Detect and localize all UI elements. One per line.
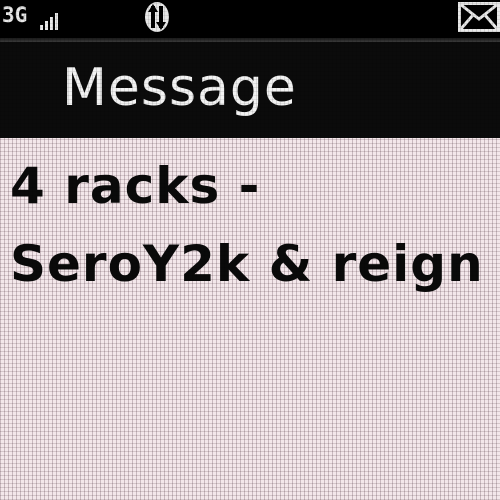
data-transfer-icon: [145, 2, 169, 32]
signal-strength-icon: [40, 10, 62, 30]
message-line: 4 racks -: [10, 157, 261, 215]
status-bar: 3G: [0, 0, 500, 38]
envelope-icon: [458, 2, 500, 32]
message-line: SeroY2k & reign: [10, 235, 484, 293]
network-type-label: 3G: [2, 3, 28, 27]
page-title: Message: [62, 58, 297, 118]
phone-screen: 3G Message 4 racks - SeroY2k & reign: [0, 0, 500, 500]
